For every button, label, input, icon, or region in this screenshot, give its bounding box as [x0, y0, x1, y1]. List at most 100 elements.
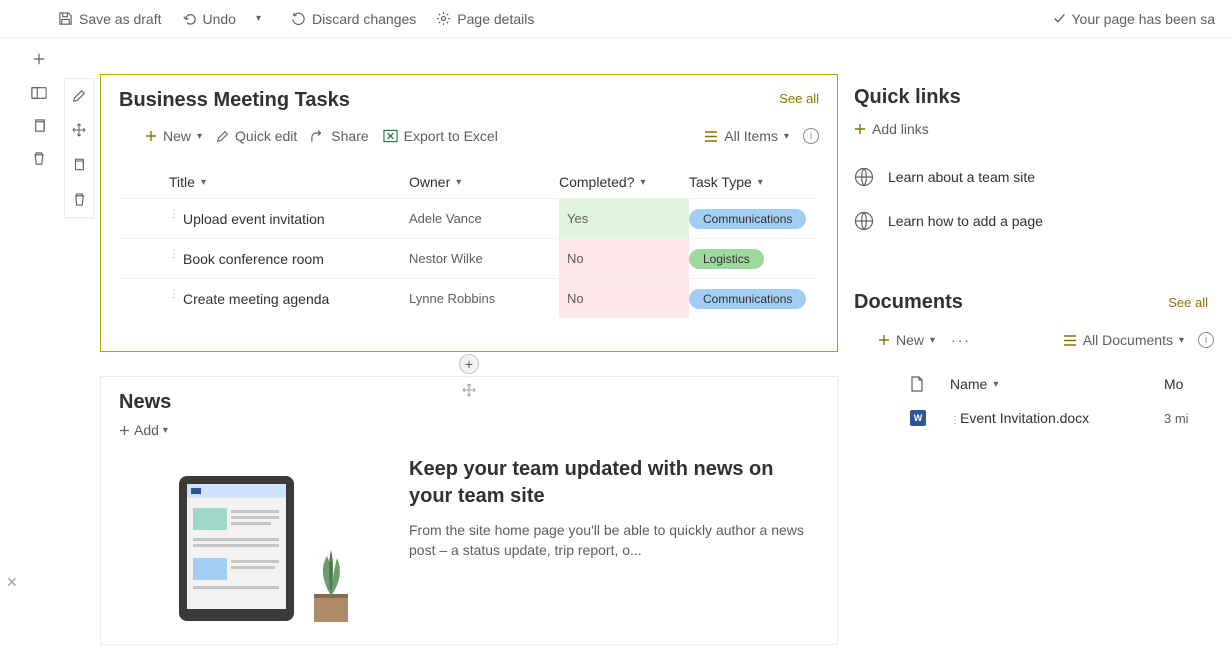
- quicklink-label: Learn how to add a page: [888, 213, 1043, 229]
- discard-label: Discard changes: [312, 11, 416, 27]
- tasks-table: Title▾ Owner▾ Completed?▾ Task Type▾ ⋮Up…: [119, 166, 819, 318]
- quick-edit-button[interactable]: Quick edit: [216, 128, 297, 144]
- document-modified: 3 mi: [1164, 411, 1214, 426]
- section-icon[interactable]: [31, 86, 47, 100]
- discard-button[interactable]: Discard changes: [283, 7, 424, 31]
- col-name-label: Name: [950, 376, 987, 392]
- file-type-column-icon[interactable]: [910, 376, 950, 392]
- col-modified[interactable]: Mo: [1164, 376, 1214, 392]
- list-icon: [704, 131, 718, 142]
- tasks-toolbar: New ▾ Quick edit Share Export to Excel A…: [119, 128, 819, 144]
- right-column: Quick links Add links Learn about a team…: [854, 86, 1214, 426]
- more-icon[interactable]: ···: [951, 332, 971, 348]
- export-button[interactable]: Export to Excel: [383, 128, 498, 144]
- quicklink-label: Learn about a team site: [888, 169, 1035, 185]
- doc-new-label: New: [896, 332, 924, 348]
- col-tasktype-label: Task Type: [689, 174, 752, 190]
- documents-see-all[interactable]: See all: [1168, 295, 1208, 310]
- copy-icon[interactable]: [32, 118, 47, 133]
- add-links-button[interactable]: Add links: [854, 121, 1214, 137]
- globe-icon: [854, 211, 874, 231]
- col-tasktype[interactable]: Task Type ▾: [689, 166, 849, 198]
- news-illustration: [119, 456, 379, 626]
- save-icon: [58, 11, 73, 26]
- item-indicator-icon: ⋮: [169, 289, 179, 300]
- quicklink-item[interactable]: Learn about a team site: [854, 167, 1214, 187]
- info-icon[interactable]: i: [1198, 332, 1214, 348]
- tasktype-pill: Communications: [689, 289, 806, 309]
- discard-icon: [291, 11, 306, 26]
- undo-dropdown[interactable]: ▾: [248, 9, 269, 28]
- gear-icon: [436, 11, 451, 26]
- item-indicator-icon: ⋮: [169, 249, 179, 260]
- plus-icon: [145, 130, 157, 142]
- add-section-button[interactable]: [30, 50, 48, 68]
- plus-icon: [878, 334, 890, 346]
- quicklinks-webpart: Quick links Add links Learn about a team…: [854, 86, 1214, 231]
- document-row[interactable]: W ⋮Event Invitation.docx 3 mi: [854, 410, 1214, 426]
- page-command-bar: Save as draft Undo ▾ Discard changes Pag…: [0, 0, 1231, 38]
- cell-owner: Adele Vance: [409, 211, 559, 226]
- view-selector[interactable]: All Items ▾: [704, 128, 789, 144]
- new-button[interactable]: New ▾: [145, 128, 202, 144]
- webpart-insert-row: +: [100, 352, 838, 376]
- webpart-toolbox: [64, 78, 94, 218]
- news-webpart: News Add ▾: [100, 376, 838, 645]
- details-label: Page details: [457, 11, 534, 27]
- delete-icon[interactable]: [32, 151, 46, 166]
- col-completed[interactable]: Completed?▾: [559, 166, 689, 198]
- page-details-button[interactable]: Page details: [428, 7, 542, 31]
- add-webpart-button[interactable]: +: [459, 354, 479, 374]
- main-column: Business Meeting Tasks See all New ▾ Qui…: [100, 74, 838, 645]
- undo-button[interactable]: Undo: [174, 7, 244, 31]
- cell-completed: No: [559, 279, 689, 318]
- news-add-button[interactable]: Add ▾: [119, 422, 819, 438]
- item-indicator-icon: ⋮: [169, 209, 179, 220]
- col-owner[interactable]: Owner▾: [409, 166, 559, 198]
- tasks-see-all[interactable]: See all: [779, 91, 819, 106]
- chevron-down-icon: ▾: [163, 425, 168, 436]
- col-title[interactable]: Title▾: [169, 166, 409, 198]
- col-mod-label: Mo: [1164, 376, 1183, 392]
- doc-view-label: All Documents: [1083, 332, 1173, 348]
- quick-edit-label: Quick edit: [235, 128, 297, 144]
- col-name[interactable]: Name▾: [950, 376, 1164, 392]
- quicklink-item[interactable]: Learn how to add a page: [854, 211, 1214, 231]
- cell-completed: No: [559, 239, 689, 278]
- pencil-icon: [216, 130, 229, 143]
- edit-icon[interactable]: [72, 89, 86, 103]
- move-icon[interactable]: [72, 123, 86, 137]
- globe-icon: [854, 167, 874, 187]
- move-handle-icon[interactable]: [462, 383, 476, 397]
- table-row[interactable]: ⋮Create meeting agenda Lynne Robbins No …: [119, 278, 819, 318]
- new-label: New: [163, 128, 191, 144]
- save-as-draft-button[interactable]: Save as draft: [50, 7, 170, 31]
- duplicate-icon[interactable]: [72, 157, 86, 172]
- plus-icon: [854, 123, 866, 135]
- chevron-down-icon: ▾: [758, 177, 763, 188]
- save-label: Save as draft: [79, 11, 162, 27]
- tasks-title: Business Meeting Tasks: [119, 89, 819, 112]
- add-links-label: Add links: [872, 121, 929, 137]
- news-heading: Keep your team updated with news on your…: [409, 456, 819, 510]
- documents-header: Name▾ Mo: [854, 376, 1214, 392]
- table-row[interactable]: ⋮Book conference room Nestor Wilke No Lo…: [119, 238, 819, 278]
- cell-title: Book conference room: [183, 251, 324, 267]
- info-icon[interactable]: i: [803, 128, 819, 144]
- table-row[interactable]: ⋮Upload event invitation Adele Vance Yes…: [119, 198, 819, 238]
- chevron-down-icon: ▾: [641, 177, 646, 188]
- trash-icon[interactable]: [73, 192, 86, 207]
- cell-title: Create meeting agenda: [183, 291, 329, 307]
- chevron-down-icon: ▾: [930, 335, 935, 346]
- news-description: From the site home page you'll be able t…: [409, 520, 819, 561]
- chevron-down-icon: ▾: [456, 177, 461, 188]
- tasks-webpart: Business Meeting Tasks See all New ▾ Qui…: [100, 74, 838, 352]
- col-title-label: Title: [169, 174, 195, 190]
- chevron-down-icon: ▾: [197, 131, 202, 142]
- doc-new-button[interactable]: New ▾: [878, 332, 935, 348]
- tasktype-pill: Logistics: [689, 249, 764, 269]
- doc-view-selector[interactable]: All Documents ▾: [1063, 332, 1184, 348]
- share-button[interactable]: Share: [311, 128, 368, 144]
- undo-label: Undo: [203, 11, 236, 27]
- close-button[interactable]: ✕: [6, 574, 18, 591]
